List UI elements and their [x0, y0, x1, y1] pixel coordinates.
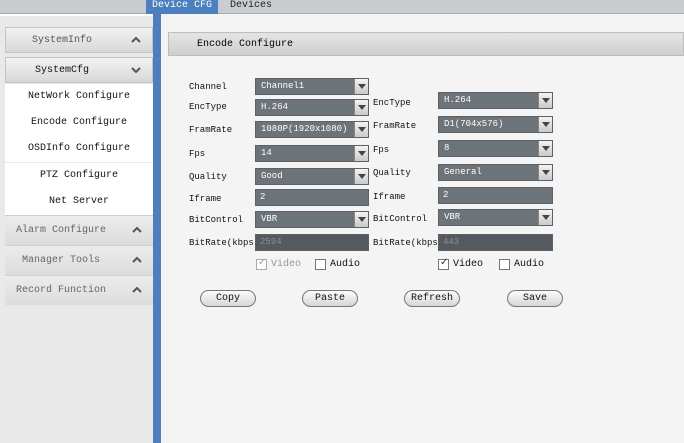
checkbox-icon[interactable] — [499, 259, 510, 270]
extra-fps-value: 8 — [444, 143, 450, 153]
extra-audio-checkbox[interactable]: Audio — [499, 259, 544, 270]
audio-label: Audio — [330, 259, 361, 270]
chevron-up-icon — [132, 256, 142, 263]
sidebar-section-systemcfg[interactable]: SystemCfg — [5, 57, 153, 83]
chevron-down-icon[interactable] — [538, 117, 552, 132]
sidebar-divider — [153, 14, 161, 443]
page-title: Encode Configure — [197, 39, 294, 50]
top-tab-bar: Device CFG Devices — [0, 0, 684, 14]
section-label: SystemCfg — [34, 65, 89, 76]
main-quality-value: Good — [261, 171, 283, 181]
extra-enctype-value: H.264 — [444, 95, 472, 105]
extra-bitrate-label: BitRate(kbps) — [373, 238, 444, 248]
extra-bitcontrol-label: BitControl — [373, 214, 428, 224]
extra-fps-select[interactable]: 8 — [438, 140, 553, 157]
checkbox-icon[interactable] — [315, 259, 326, 270]
sidebar-item-net-server[interactable]: Net Server — [5, 189, 153, 215]
extra-framrate-select[interactable]: D1(704x576) — [438, 116, 553, 133]
checkbox-checked-icon[interactable] — [256, 257, 267, 270]
main-bitcontrol-value: VBR — [261, 214, 278, 224]
chevron-up-icon — [131, 36, 141, 43]
chevron-down-icon[interactable] — [354, 122, 368, 137]
chevron-down-icon[interactable] — [538, 165, 552, 180]
chevron-down-icon — [131, 67, 141, 74]
sidebar-section-systeminfo[interactable]: SystemInfo — [5, 27, 153, 53]
extra-iframe-input[interactable]: 2 — [438, 187, 553, 204]
chevron-down-icon[interactable] — [354, 212, 368, 227]
main-fps-select[interactable]: 14 — [255, 145, 369, 162]
extra-quality-value: General — [444, 167, 482, 177]
main-framrate-select[interactable]: 1080P(1920x1080) — [255, 121, 369, 138]
extra-quality-select[interactable]: General — [438, 164, 553, 181]
channel-value: Channel1 — [261, 81, 305, 91]
tab-device-cfg[interactable]: Device CFG — [146, 0, 218, 14]
main-framrate-value: 1080P(1920x1080) — [261, 124, 348, 134]
section-label: Manager Tools — [21, 255, 100, 266]
section-label: SystemInfo — [31, 35, 92, 46]
iframe-label: Iframe — [189, 194, 222, 204]
sidebar-item-ptz-configure[interactable]: PTZ Configure — [5, 163, 153, 189]
main-enctype-value: H.264 — [261, 102, 289, 112]
main-panel — [161, 14, 684, 443]
extra-bitcontrol-select[interactable]: VBR — [438, 209, 553, 226]
extra-fps-label: Fps — [373, 145, 390, 155]
sidebar-item-encode-configure[interactable]: Encode Configure — [5, 110, 153, 136]
framrate-label: FramRate — [189, 125, 233, 135]
extra-quality-label: Quality — [373, 168, 411, 178]
fps-label: Fps — [189, 149, 206, 159]
chevron-down-icon[interactable] — [538, 141, 552, 156]
enctype-label: EncType — [189, 102, 227, 112]
extra-bitcontrol-value: VBR — [444, 212, 461, 222]
main-fps-value: 14 — [261, 148, 272, 158]
sidebar-item-osdinfo-configure[interactable]: OSDInfo Configure — [5, 136, 153, 162]
main-bitcontrol-select[interactable]: VBR — [255, 211, 369, 228]
video-label: Video — [271, 259, 302, 270]
main-quality-select[interactable]: Good — [255, 168, 369, 185]
sidebar-item-network-configure[interactable]: NetWork Configure — [5, 84, 153, 110]
audio-label: Audio — [514, 259, 545, 270]
extra-iframe-label: Iframe — [373, 192, 406, 202]
extra-framrate-value: D1(704x576) — [444, 119, 504, 129]
sidebar-section-alarm[interactable]: Alarm Configure — [5, 215, 153, 245]
bitcontrol-label: BitControl — [189, 215, 244, 225]
sidebar-section-record-function[interactable]: Record Function — [5, 275, 153, 305]
video-label: Video — [453, 259, 484, 270]
main-audio-checkbox[interactable]: Audio — [315, 259, 360, 270]
extra-video-checkbox[interactable]: Video — [438, 257, 484, 270]
quality-label: Quality — [189, 172, 227, 182]
refresh-button[interactable]: Refresh — [404, 290, 460, 307]
extra-bitrate-input: 443 — [438, 234, 553, 251]
copy-button[interactable]: Copy — [200, 290, 256, 307]
chevron-down-icon[interactable] — [354, 100, 368, 115]
chevron-down-icon[interactable] — [354, 146, 368, 161]
extra-enctype-label: EncType — [373, 98, 411, 108]
sidebar-section-manager-tools[interactable]: Manager Tools — [5, 245, 153, 275]
bitrate-label: BitRate(kbps) — [189, 238, 260, 248]
channel-select[interactable]: Channel1 — [255, 78, 369, 95]
section-label: Alarm Configure — [15, 225, 106, 236]
extra-enctype-select[interactable]: H.264 — [438, 92, 553, 109]
main-enctype-select[interactable]: H.264 — [255, 99, 369, 116]
checkbox-checked-icon[interactable] — [438, 257, 449, 270]
chevron-down-icon[interactable] — [538, 93, 552, 108]
chevron-down-icon[interactable] — [538, 210, 552, 225]
paste-button[interactable]: Paste — [302, 290, 358, 307]
main-bitrate-input: 2594 — [255, 234, 369, 251]
chevron-up-icon — [132, 286, 142, 293]
section-label: Record Function — [15, 285, 106, 296]
main-iframe-input[interactable]: 2 — [255, 189, 369, 206]
save-button[interactable]: Save — [507, 290, 563, 307]
extra-framrate-label: FramRate — [373, 121, 417, 131]
chevron-up-icon — [132, 226, 142, 233]
chevron-down-icon[interactable] — [354, 169, 368, 184]
main-video-checkbox[interactable]: Video — [256, 257, 302, 270]
channel-label: Channel — [189, 82, 227, 92]
chevron-down-icon[interactable] — [354, 79, 368, 94]
panel-title-bar: Encode Configure — [168, 32, 684, 56]
tab-devices[interactable]: Devices — [224, 0, 284, 14]
